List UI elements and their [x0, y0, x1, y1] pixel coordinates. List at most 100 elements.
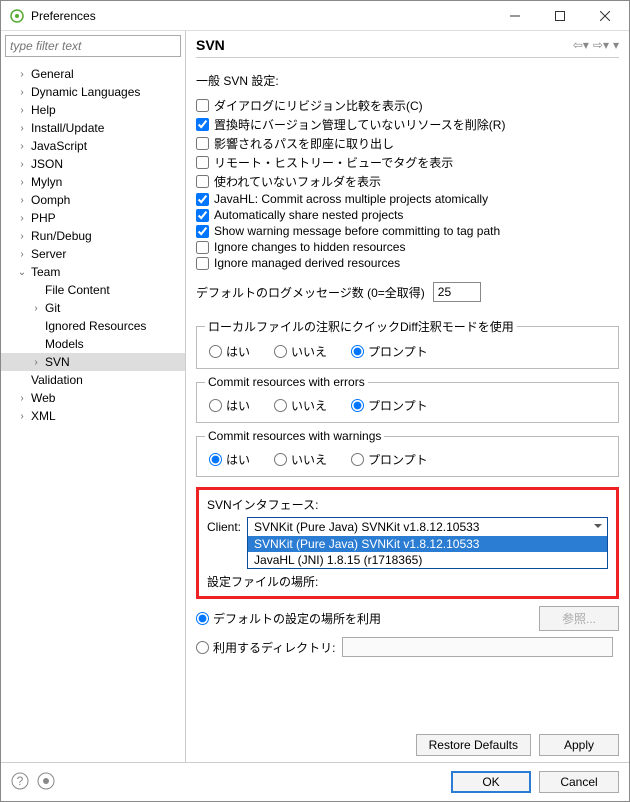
radio-option[interactable]: プロンプト	[351, 343, 428, 360]
twisty-icon[interactable]: ›	[15, 159, 29, 170]
twisty-icon[interactable]: ›	[15, 105, 29, 116]
minimize-button[interactable]	[492, 2, 537, 30]
log-count-input[interactable]	[433, 282, 481, 302]
checkbox[interactable]	[196, 209, 209, 222]
client-select[interactable]: SVNKit (Pure Java) SVNKit v1.8.12.10533	[247, 517, 608, 537]
tree-item[interactable]: Validation	[1, 371, 185, 389]
tree-item[interactable]: ›Help	[1, 101, 185, 119]
maximize-button[interactable]	[537, 2, 582, 30]
checkbox[interactable]	[196, 156, 209, 169]
checkbox[interactable]	[196, 193, 209, 206]
radio-option[interactable]: いいえ	[274, 451, 327, 468]
twisty-icon[interactable]: ›	[15, 195, 29, 206]
radio-option[interactable]: はい	[209, 343, 250, 360]
tree-item[interactable]: ›General	[1, 65, 185, 83]
radio-option[interactable]: プロンプト	[351, 397, 428, 414]
tree-item[interactable]: File Content	[1, 281, 185, 299]
checkbox[interactable]	[196, 241, 209, 254]
help-icon[interactable]: ?	[11, 772, 29, 793]
browse-button[interactable]: 参照...	[539, 606, 619, 631]
checkbox-row[interactable]: 置換時にバージョン管理していないリソースを削除(R)	[196, 116, 619, 133]
radio[interactable]	[351, 345, 364, 358]
tree-item[interactable]: ›Install/Update	[1, 119, 185, 137]
twisty-icon[interactable]: ›	[15, 411, 29, 422]
twisty-icon[interactable]: ›	[15, 177, 29, 188]
tree-item[interactable]: ›JavaScript	[1, 137, 185, 155]
tree-item[interactable]: ›Mylyn	[1, 173, 185, 191]
twisty-icon[interactable]: ›	[15, 393, 29, 404]
checkbox-row[interactable]: ダイアログにリビジョン比較を表示(C)	[196, 97, 619, 114]
twisty-icon[interactable]: ›	[15, 123, 29, 134]
checkbox-row[interactable]: Ignore changes to hidden resources	[196, 240, 619, 254]
checkbox-row[interactable]: Automatically share nested projects	[196, 208, 619, 222]
radio[interactable]	[274, 399, 287, 412]
tree-item[interactable]: ›XML	[1, 407, 185, 425]
preferences-tree[interactable]: ›General›Dynamic Languages›Help›Install/…	[1, 61, 185, 762]
twisty-icon[interactable]: ›	[15, 69, 29, 80]
tree-item-label: Validation	[29, 373, 83, 387]
close-button[interactable]	[582, 2, 627, 30]
nav-forward-icon[interactable]: ⇨▾	[593, 38, 609, 52]
twisty-icon[interactable]: ›	[15, 231, 29, 242]
checkbox[interactable]	[196, 99, 209, 112]
checkbox[interactable]	[196, 257, 209, 270]
tree-item[interactable]: ›Dynamic Languages	[1, 83, 185, 101]
radio[interactable]	[351, 399, 364, 412]
tree-item[interactable]: ›Server	[1, 245, 185, 263]
twisty-icon[interactable]: ›	[29, 303, 43, 314]
tree-item[interactable]: ›SVN	[1, 353, 185, 371]
restore-defaults-button[interactable]: Restore Defaults	[416, 734, 531, 756]
checkbox-row[interactable]: 使われていないフォルダを表示	[196, 173, 619, 190]
client-dropdown[interactable]: SVNKit (Pure Java) SVNKit v1.8.12.10533J…	[247, 536, 608, 569]
tree-item[interactable]: ⌄Team	[1, 263, 185, 281]
cancel-button[interactable]: Cancel	[539, 771, 619, 793]
radio-option[interactable]: はい	[209, 451, 250, 468]
config-default-radio[interactable]: デフォルトの設定の場所を利用	[196, 610, 381, 627]
radio-option[interactable]: はい	[209, 397, 250, 414]
tree-item[interactable]: ›JSON	[1, 155, 185, 173]
config-dir-radio[interactable]: 利用するディレクトリ:	[196, 639, 336, 656]
apply-button[interactable]: Apply	[539, 734, 619, 756]
twisty-icon[interactable]: ›	[15, 141, 29, 152]
tree-item[interactable]: ›Git	[1, 299, 185, 317]
checkbox-row[interactable]: Show warning message before committing t…	[196, 224, 619, 238]
radio[interactable]	[351, 453, 364, 466]
radio[interactable]	[274, 453, 287, 466]
client-option[interactable]: SVNKit (Pure Java) SVNKit v1.8.12.10533	[248, 536, 607, 552]
checkbox-row[interactable]: リモート・ヒストリー・ビューでタグを表示	[196, 154, 619, 171]
radio[interactable]	[209, 399, 222, 412]
radio-option[interactable]: いいえ	[274, 343, 327, 360]
twisty-icon[interactable]: ›	[29, 357, 43, 368]
checkbox[interactable]	[196, 225, 209, 238]
tree-item[interactable]: Models	[1, 335, 185, 353]
twisty-icon[interactable]: ›	[15, 87, 29, 98]
checkbox-row[interactable]: 影響されるパスを即座に取り出し	[196, 135, 619, 152]
client-option[interactable]: JavaHL (JNI) 1.8.15 (r1718365)	[248, 552, 607, 568]
nav-menu-icon[interactable]: ▾	[613, 38, 619, 52]
checkbox-row[interactable]: Ignore managed derived resources	[196, 256, 619, 270]
radio-option[interactable]: いいえ	[274, 397, 327, 414]
twisty-icon[interactable]: ⌄	[15, 267, 29, 278]
tree-item[interactable]: ›PHP	[1, 209, 185, 227]
radio[interactable]	[274, 345, 287, 358]
tree-item[interactable]: ›Oomph	[1, 191, 185, 209]
tree-item[interactable]: Ignored Resources	[1, 317, 185, 335]
checkbox[interactable]	[196, 175, 209, 188]
checkbox[interactable]	[196, 137, 209, 150]
radio-option[interactable]: プロンプト	[351, 451, 428, 468]
twisty-icon[interactable]: ›	[15, 249, 29, 260]
nav-back-icon[interactable]: ⇦▾	[573, 38, 589, 52]
radio[interactable]	[209, 453, 222, 466]
tree-item[interactable]: ›Web	[1, 389, 185, 407]
twisty-icon[interactable]: ›	[15, 213, 29, 224]
checkbox-label: Ignore managed derived resources	[214, 256, 400, 270]
checkbox-row[interactable]: JavaHL: Commit across multiple projects …	[196, 192, 619, 206]
checkbox[interactable]	[196, 118, 209, 131]
import-export-icon[interactable]	[37, 772, 55, 793]
log-count-label: デフォルトのログメッセージ数 (0=全取得)	[196, 284, 425, 301]
config-dir-input[interactable]	[342, 637, 614, 657]
filter-input[interactable]	[5, 35, 181, 57]
radio[interactable]	[209, 345, 222, 358]
tree-item[interactable]: ›Run/Debug	[1, 227, 185, 245]
ok-button[interactable]: OK	[451, 771, 531, 793]
